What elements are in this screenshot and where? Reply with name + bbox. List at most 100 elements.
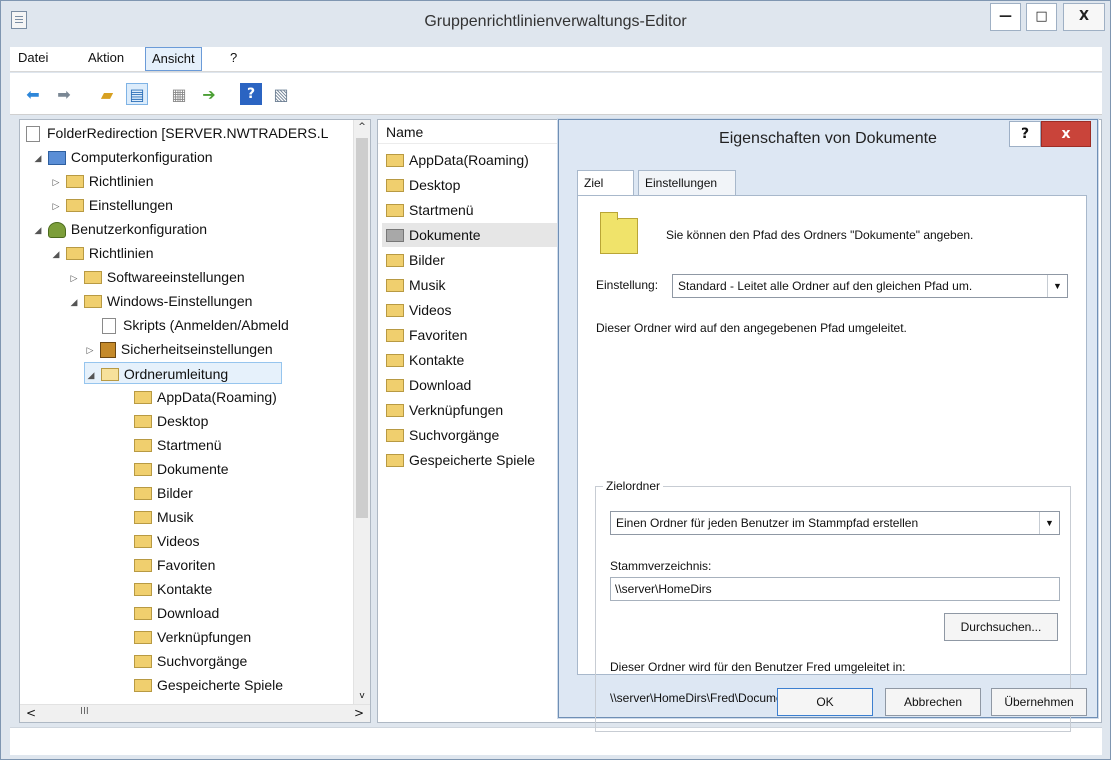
tree-item-startmenu[interactable]: Startmenü — [134, 434, 222, 456]
maximize-button[interactable]: □ — [1026, 3, 1057, 31]
scroll-up-icon[interactable]: ^ — [356, 122, 368, 134]
setting-dropdown[interactable]: Standard - Leitet alle Ordner auf den gl… — [672, 274, 1068, 298]
scroll-thumb[interactable] — [356, 138, 368, 518]
folder-icon — [600, 212, 638, 254]
ok-button[interactable]: OK — [777, 688, 873, 716]
tree-vertical-scrollbar[interactable]: ^ v — [353, 120, 370, 706]
tree-item-bilder[interactable]: Bilder — [134, 482, 193, 504]
folder-icon — [386, 353, 404, 367]
list-item[interactable]: Startmenü — [382, 198, 557, 222]
tab-einstellungen[interactable]: Einstellungen — [638, 170, 736, 196]
dialog-close-button[interactable]: x — [1041, 121, 1091, 147]
menu-bar: Datei Aktion Ansicht ? — [10, 47, 1102, 72]
folder-icon — [386, 328, 404, 342]
tree-item-favoriten[interactable]: Favoriten — [134, 554, 215, 576]
list-item[interactable]: AppData(Roaming) — [382, 148, 557, 172]
root-path-input[interactable]: \\server\HomeDirs — [610, 577, 1060, 601]
tree-node-scripts[interactable]: Skripts (Anmelden/Abmeld — [102, 314, 289, 336]
folder-icon — [134, 486, 152, 500]
tree-item-videos[interactable]: Videos — [134, 530, 200, 552]
tree-horizontal-scrollbar[interactable]: < III > — [20, 704, 370, 722]
tree-node-user-richtlinien[interactable]: ◢ Richtlinien — [50, 242, 154, 264]
folder-icon — [134, 390, 152, 404]
scroll-down-icon[interactable]: v — [356, 691, 368, 703]
tree-item-kontakte[interactable]: Kontakte — [134, 578, 212, 600]
list-item[interactable]: Download — [382, 373, 557, 397]
scroll-left-icon[interactable]: < — [26, 706, 36, 720]
redirect-text: Dieser Ordner wird auf den angegebenen P… — [596, 321, 907, 335]
list-item[interactable]: Kontakte — [382, 348, 557, 372]
menu-datei[interactable]: Datei — [12, 47, 54, 71]
apply-button[interactable]: Übernehmen — [991, 688, 1087, 716]
view-icon[interactable]: ▧ — [270, 83, 292, 105]
dialog-help-button[interactable]: ? — [1009, 121, 1041, 147]
tree-node-einstellungen[interactable]: ▷ Einstellungen — [50, 194, 173, 216]
ziel-panel: Sie können den Pfad des Ordners "Dokumen… — [577, 195, 1087, 732]
list-item[interactable]: Verknüpfungen — [382, 398, 557, 422]
folder-open-icon — [100, 367, 119, 381]
list-item[interactable]: Favoriten — [382, 323, 557, 347]
tree-pane: FolderRedirection [SERVER.NWTRADERS.L ◢ … — [19, 119, 371, 723]
folder-icon — [386, 428, 404, 442]
tree-item-suchvorgaenge[interactable]: Suchvorgänge — [134, 650, 247, 672]
cancel-button[interactable]: Abbrechen — [885, 688, 981, 716]
list-item[interactable]: Gespeicherte Spiele — [382, 448, 557, 472]
folder-icon — [134, 534, 152, 548]
root-label: Stammverzeichnis: — [610, 559, 712, 573]
title-bar[interactable]: Gruppenrichtlinienverwaltungs-Editor — □… — [1, 1, 1110, 43]
tree-item-spiele[interactable]: Gespeicherte Spiele — [134, 674, 283, 696]
menu-ansicht[interactable]: Ansicht — [145, 47, 202, 71]
folder-icon — [386, 253, 404, 267]
tree-item-dokumente[interactable]: Dokumente — [134, 458, 229, 480]
minimize-button[interactable]: — — [990, 3, 1021, 31]
folder-icon — [134, 678, 152, 692]
tree-node-ordnerumleitung[interactable]: ◢ Ordnerumleitung — [84, 362, 282, 384]
list-item[interactable]: Musik — [382, 273, 557, 297]
tree-node-windows[interactable]: ◢ Windows-Einstellungen — [68, 290, 253, 312]
back-arrow-icon[interactable]: ⬅ — [22, 83, 44, 105]
menu-help[interactable]: ? — [224, 47, 243, 71]
tree-node-computer[interactable]: ◢ Computerkonfiguration — [32, 146, 213, 168]
tree-item-musik[interactable]: Musik — [134, 506, 194, 528]
script-icon — [102, 318, 116, 335]
scroll-right-icon[interactable]: > — [354, 706, 364, 720]
properties-dialog: Eigenschaften von Dokumente ? x Ziel Ein… — [558, 119, 1098, 732]
folder-icon — [134, 462, 152, 476]
folder-icon — [386, 453, 404, 467]
list-item[interactable]: Desktop — [382, 173, 557, 197]
intro-text: Sie können den Pfad des Ordners "Dokumen… — [666, 228, 974, 242]
folder-icon — [386, 153, 404, 167]
tree-node-richtlinien[interactable]: ▷ Richtlinien — [50, 170, 154, 192]
forward-arrow-icon[interactable]: ➡ — [53, 83, 75, 105]
target-folder-label: Zielordner — [603, 479, 664, 493]
setting-label: Einstellung: — [596, 278, 659, 292]
tree-item-desktop[interactable]: Desktop — [134, 410, 208, 432]
tree-node-software[interactable]: ▷ Softwareeinstellungen — [68, 266, 245, 288]
show-hide-tree-icon[interactable]: ▤ — [126, 83, 148, 105]
tree-item-appdata[interactable]: AppData(Roaming) — [134, 386, 277, 408]
up-folder-icon[interactable]: ▰ — [96, 83, 118, 105]
list-item[interactable]: Videos — [382, 298, 557, 322]
list-item-selected[interactable]: Dokumente — [382, 223, 557, 247]
close-button[interactable]: X — [1063, 3, 1105, 31]
export-list-icon[interactable]: ➔ — [198, 83, 220, 105]
properties-icon[interactable]: ▦ — [168, 83, 190, 105]
help-icon[interactable]: ? — [240, 83, 262, 105]
list-item[interactable]: Suchvorgänge — [382, 423, 557, 447]
tree-root[interactable]: FolderRedirection [SERVER.NWTRADERS.L — [26, 122, 328, 144]
browse-button[interactable]: Durchsuchen... — [944, 613, 1058, 641]
folder-icon — [134, 582, 152, 596]
tab-ziel[interactable]: Ziel — [577, 170, 634, 197]
chevron-down-icon: ▼ — [1047, 275, 1067, 297]
tree-node-user[interactable]: ◢ Benutzerkonfiguration — [32, 218, 207, 240]
tree-node-security[interactable]: ▷ Sicherheitseinstellungen — [84, 338, 273, 360]
folder-icon — [83, 270, 102, 284]
name-column-header[interactable]: Name — [378, 120, 558, 144]
target-dropdown[interactable]: Einen Ordner für jeden Benutzer im Stamm… — [610, 511, 1060, 535]
list-item[interactable]: Bilder — [382, 248, 557, 272]
tree-item-verknuepfungen[interactable]: Verknüpfungen — [134, 626, 251, 648]
user-path-text: \\server\HomeDirs\Fred\Documents — [610, 691, 799, 705]
tree-item-download[interactable]: Download — [134, 602, 219, 624]
folder-icon — [386, 378, 404, 392]
menu-aktion[interactable]: Aktion — [82, 47, 130, 71]
